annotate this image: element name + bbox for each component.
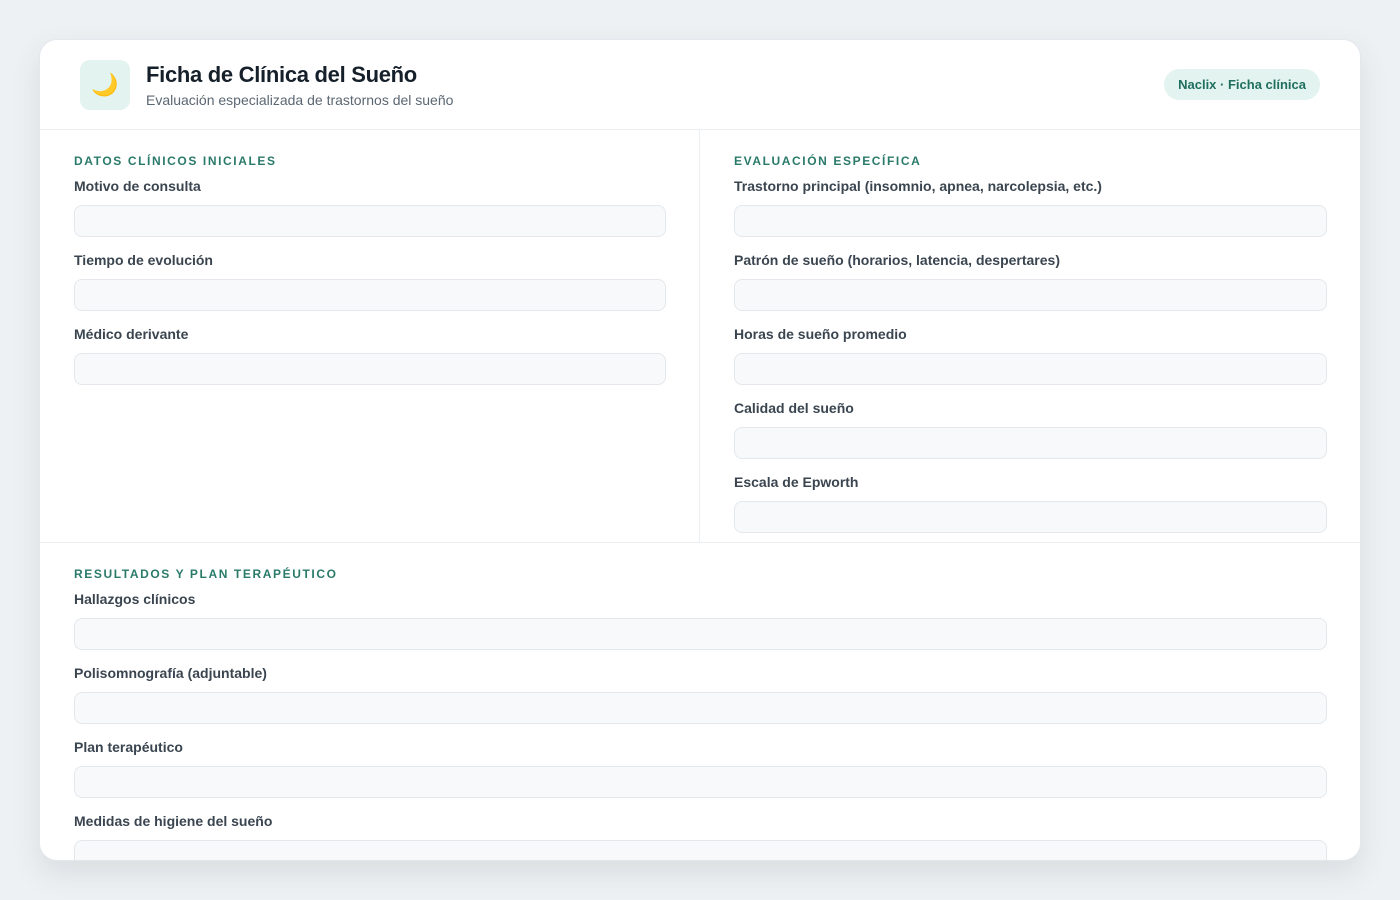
field-escala-epworth: Escala de Epworth xyxy=(734,474,1327,533)
section-results-plan: RESULTADOS Y PLAN TERAPÉUTICO Hallazgos … xyxy=(40,543,1360,860)
hallazgos-clinicos-input[interactable] xyxy=(74,618,1327,650)
brand-badge: Naclix · Ficha clínica xyxy=(1164,69,1320,100)
clinical-form-card: 🌙 Ficha de Clínica del Sueño Evaluación … xyxy=(39,39,1361,861)
field-higiene-sueno: Medidas de higiene del sueño xyxy=(74,813,1328,860)
motivo-consulta-input[interactable] xyxy=(74,205,666,237)
top-sections: DATOS CLÍNICOS INICIALES Motivo de consu… xyxy=(40,130,1360,543)
moon-icon: 🌙 xyxy=(80,60,130,110)
field-label: Patrón de sueño (horarios, latencia, des… xyxy=(734,252,1060,268)
moon-icon-glyph: 🌙 xyxy=(91,72,119,97)
field-label: Tiempo de evolución xyxy=(74,252,213,268)
form-header: 🌙 Ficha de Clínica del Sueño Evaluación … xyxy=(40,40,1360,130)
field-label: Plan terapéutico xyxy=(74,739,183,755)
section-title: EVALUACIÓN ESPECÍFICA xyxy=(734,154,922,168)
field-trastorno-principal: Trastorno principal (insomnio, apnea, na… xyxy=(734,178,1327,237)
field-motivo-consulta: Motivo de consulta xyxy=(74,178,666,237)
field-medico-derivante: Médico derivante xyxy=(74,326,666,385)
field-label: Motivo de consulta xyxy=(74,178,201,194)
section-specific-evaluation: EVALUACIÓN ESPECÍFICA Trastorno principa… xyxy=(700,130,1360,542)
section-initial-data: DATOS CLÍNICOS INICIALES Motivo de consu… xyxy=(40,130,700,542)
plan-terapeutico-input[interactable] xyxy=(74,766,1327,798)
horas-sueno-input[interactable] xyxy=(734,353,1327,385)
page-subtitle: Evaluación especializada de trastornos d… xyxy=(146,92,454,108)
section-title: DATOS CLÍNICOS INICIALES xyxy=(74,154,277,168)
tiempo-evolucion-input[interactable] xyxy=(74,279,666,311)
medico-derivante-input[interactable] xyxy=(74,353,666,385)
field-label: Medidas de higiene del sueño xyxy=(74,813,273,829)
field-tiempo-evolucion: Tiempo de evolución xyxy=(74,252,666,311)
higiene-sueno-input[interactable] xyxy=(74,840,1327,860)
trastorno-principal-input[interactable] xyxy=(734,205,1327,237)
field-polisomnografia: Polisomnografía (adjuntable) xyxy=(74,665,1328,724)
calidad-sueno-input[interactable] xyxy=(734,427,1327,459)
field-label: Calidad del sueño xyxy=(734,400,854,416)
patron-sueno-input[interactable] xyxy=(734,279,1327,311)
field-patron-sueno: Patrón de sueño (horarios, latencia, des… xyxy=(734,252,1327,311)
section-title: RESULTADOS Y PLAN TERAPÉUTICO xyxy=(74,567,338,581)
field-label: Horas de sueño promedio xyxy=(734,326,907,342)
field-plan-terapeutico: Plan terapéutico xyxy=(74,739,1328,798)
field-calidad-sueno: Calidad del sueño xyxy=(734,400,1327,459)
escala-epworth-input[interactable] xyxy=(734,501,1327,533)
field-label: Polisomnografía (adjuntable) xyxy=(74,665,267,681)
field-label: Hallazgos clínicos xyxy=(74,591,196,607)
page-title: Ficha de Clínica del Sueño xyxy=(146,62,417,87)
polisomnografia-input[interactable] xyxy=(74,692,1327,724)
field-label: Médico derivante xyxy=(74,326,189,342)
field-label: Trastorno principal (insomnio, apnea, na… xyxy=(734,178,1102,194)
field-label: Escala de Epworth xyxy=(734,474,859,490)
field-hallazgos-clinicos: Hallazgos clínicos xyxy=(74,591,1328,650)
field-horas-sueno: Horas de sueño promedio xyxy=(734,326,1327,385)
